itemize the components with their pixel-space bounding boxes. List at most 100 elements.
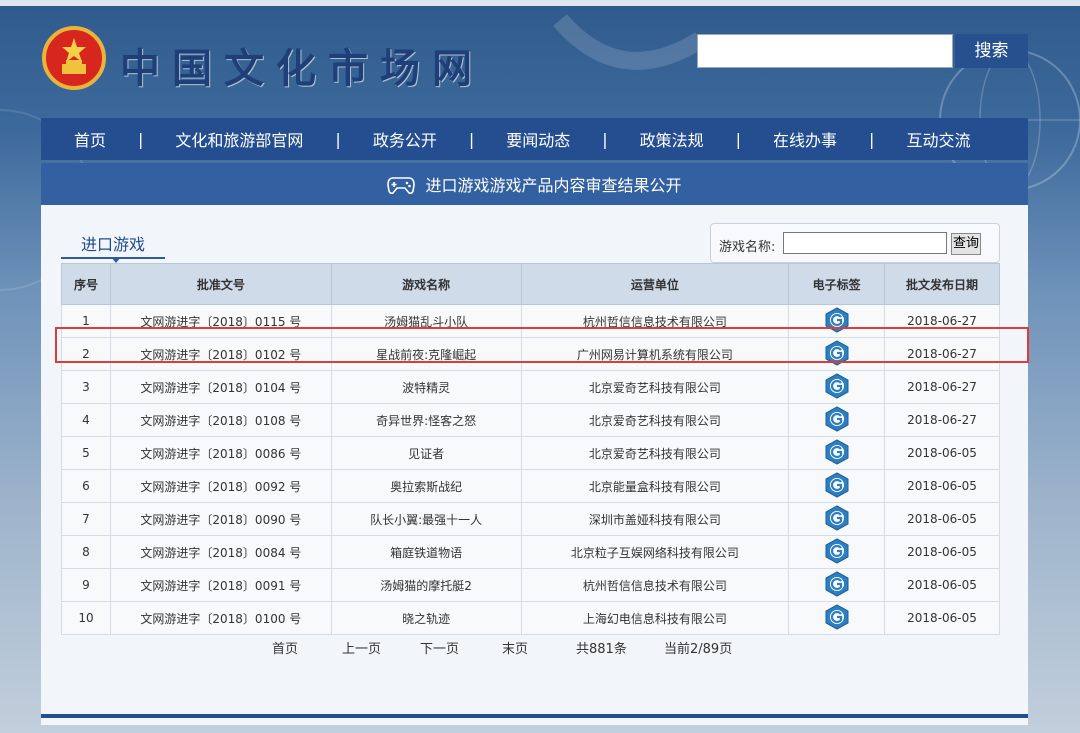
- approval-number: 文网游进字〔2018〕0100 号: [109, 601, 332, 635]
- e-label-icon[interactable]: [824, 405, 850, 435]
- col-header-operator: 运营单位: [520, 263, 790, 305]
- site-search-button[interactable]: 搜索: [955, 34, 1028, 68]
- game-name: 晓之轨迹: [330, 601, 522, 635]
- table-row: 5 文网游进字〔2018〕0086 号见证者 北京爱奇艺科技有限公司 2018-06-…: [61, 436, 1000, 470]
- gamepad-icon: [387, 177, 416, 195]
- nav-separator: |: [869, 129, 875, 149]
- operator-name: 深圳市盖娅科技有限公司: [520, 502, 790, 536]
- pager-prev[interactable]: 上一页: [342, 638, 381, 657]
- approval-number: 文网游进字〔2018〕0084 号: [109, 535, 332, 569]
- approval-number: 文网游进字〔2018〕0092 号: [109, 469, 332, 503]
- pager-current: 当前2/89页: [664, 642, 733, 657]
- row-number: 9: [61, 568, 111, 602]
- col-header-name: 游戏名称: [330, 263, 522, 305]
- row-number: 7: [61, 502, 111, 536]
- nav-separator: |: [335, 129, 341, 149]
- e-label-icon[interactable]: [824, 372, 850, 402]
- nav-item-home[interactable]: 首页: [74, 127, 106, 151]
- pager-next[interactable]: 下一页: [420, 638, 459, 657]
- e-label-cell: [788, 436, 886, 470]
- nav-item-online-service[interactable]: 在线办事: [773, 127, 837, 151]
- game-name: 汤姆猫的摩托艇2: [330, 568, 522, 602]
- col-header-approval: 批准文号: [109, 263, 332, 305]
- e-label-cell: [788, 568, 886, 602]
- row-number: 3: [61, 370, 111, 404]
- publish-date: 2018-06-05: [884, 601, 1000, 635]
- national-emblem-icon: [42, 26, 106, 90]
- highlight-box: [55, 327, 1029, 363]
- e-label-cell: [788, 469, 886, 503]
- publish-date: 2018-06-05: [884, 469, 1000, 503]
- row-number: 4: [61, 403, 111, 437]
- pager-first[interactable]: 首页: [272, 638, 298, 657]
- query-button[interactable]: 查询: [951, 233, 981, 255]
- nav-separator: |: [735, 129, 742, 149]
- site-search-input[interactable]: [697, 34, 953, 68]
- game-name: 见证者: [330, 436, 522, 470]
- table-row: 10 文网游进字〔2018〕0100 号晓之轨迹 上海幻电信息科技有限公司 2018-…: [61, 601, 1000, 635]
- operator-name: 北京爱奇艺科技有限公司: [520, 370, 790, 404]
- approval-number: 文网游进字〔2018〕0091 号: [109, 568, 332, 602]
- table-row: 4 文网游进字〔2018〕0108 号奇异世界:怪客之怒 北京爱奇艺科技有限公司 20…: [61, 403, 1000, 437]
- publish-date: 2018-06-27: [884, 370, 1000, 404]
- e-label-cell: [788, 403, 886, 437]
- approval-number: 文网游进字〔2018〕0108 号: [109, 403, 332, 437]
- e-label-cell: [788, 535, 886, 569]
- table-header-row: 序号 批准文号 游戏名称 运营单位 电子标签 批文发布日期: [61, 263, 1000, 305]
- approval-number: 文网游进字〔2018〕0086 号: [109, 436, 332, 470]
- operator-name: 北京爱奇艺科技有限公司: [520, 403, 790, 437]
- nav-item-policy[interactable]: 政策法规: [640, 127, 704, 151]
- pager-last[interactable]: 末页: [502, 638, 528, 657]
- game-name: 奥拉索斯战纪: [330, 469, 522, 503]
- bottom-border: [41, 714, 1028, 718]
- nav-separator: |: [468, 129, 475, 149]
- e-label-cell: [788, 502, 886, 536]
- nav-separator: |: [138, 129, 144, 149]
- table-row: 7 文网游进字〔2018〕0090 号队长小翼:最强十一人 深圳市盖娅科技有限公司 2…: [61, 502, 1000, 536]
- publish-date: 2018-06-05: [884, 568, 1000, 602]
- game-name: 队长小翼:最强十一人: [330, 502, 522, 536]
- tab-imported-games[interactable]: 进口游戏: [61, 231, 165, 259]
- main-nav: 首页 | 文化和旅游部官网 | 政务公开 | 要闻动态 | 政策法规 | 在线办…: [41, 118, 1028, 160]
- page-title: 进口游戏游戏产品内容审查结果公开: [425, 176, 682, 195]
- publish-date: 2018-06-05: [884, 535, 1000, 569]
- e-label-icon[interactable]: [824, 471, 850, 501]
- pager-total: 共881条: [576, 642, 627, 657]
- table-row: 6 文网游进字〔2018〕0092 号奥拉索斯战纪 北京能量盒科技有限公司 2018-…: [61, 469, 1000, 503]
- nav-item-news[interactable]: 要闻动态: [506, 127, 570, 151]
- col-header-label: 电子标签: [788, 263, 886, 305]
- operator-name: 杭州哲信信息技术有限公司: [520, 568, 790, 602]
- e-label-icon[interactable]: [824, 537, 850, 567]
- nav-item-interaction[interactable]: 互动交流: [906, 127, 970, 151]
- nav-separator: |: [602, 129, 608, 149]
- e-label-icon[interactable]: [824, 504, 850, 534]
- nav-item-ministry[interactable]: 文化和旅游部官网: [175, 127, 303, 151]
- col-header-no: 序号: [61, 263, 111, 305]
- publish-date: 2018-06-27: [884, 403, 1000, 437]
- nav-item-government[interactable]: 政务公开: [373, 127, 437, 151]
- row-number: 5: [61, 436, 111, 470]
- game-filter: 游戏名称: 查询: [710, 223, 1000, 263]
- game-name-input[interactable]: [783, 232, 947, 254]
- e-label-cell: [788, 370, 886, 404]
- operator-name: 北京粒子互娱网络科技有限公司: [520, 535, 790, 569]
- operator-name: 上海幻电信息科技有限公司: [520, 601, 790, 635]
- table-row: 8 文网游进字〔2018〕0084 号箱庭铁道物语 北京粒子互娱网络科技有限公司 20…: [61, 535, 1000, 569]
- page-title-bar: 进口游戏游戏产品内容审查结果公开: [41, 163, 1028, 205]
- row-number: 6: [61, 469, 111, 503]
- game-name: 箱庭铁道物语: [330, 535, 522, 569]
- game-name: 奇异世界:怪客之怒: [330, 403, 522, 437]
- operator-name: 北京能量盒科技有限公司: [520, 469, 790, 503]
- table-row: 9 文网游进字〔2018〕0091 号汤姆猫的摩托艇2 杭州哲信信息技术有限公司 20…: [61, 568, 1000, 602]
- col-header-date: 批文发布日期: [884, 263, 1000, 305]
- e-label-icon[interactable]: [824, 438, 850, 468]
- content-panel: 进口游戏 游戏名称: 查询 序号 批准文号 游戏名称 运营单位 电子标签 批文发…: [41, 205, 1028, 725]
- approval-number: 文网游进字〔2018〕0090 号: [109, 502, 332, 536]
- e-label-icon[interactable]: [824, 570, 850, 600]
- game-name: 波特精灵: [330, 370, 522, 404]
- e-label-icon[interactable]: [824, 603, 850, 633]
- site-title[interactable]: 中国文化市场网: [120, 36, 484, 94]
- row-number: 8: [61, 535, 111, 569]
- browser-top-strip: [0, 0, 1080, 6]
- approval-number: 文网游进字〔2018〕0104 号: [109, 370, 332, 404]
